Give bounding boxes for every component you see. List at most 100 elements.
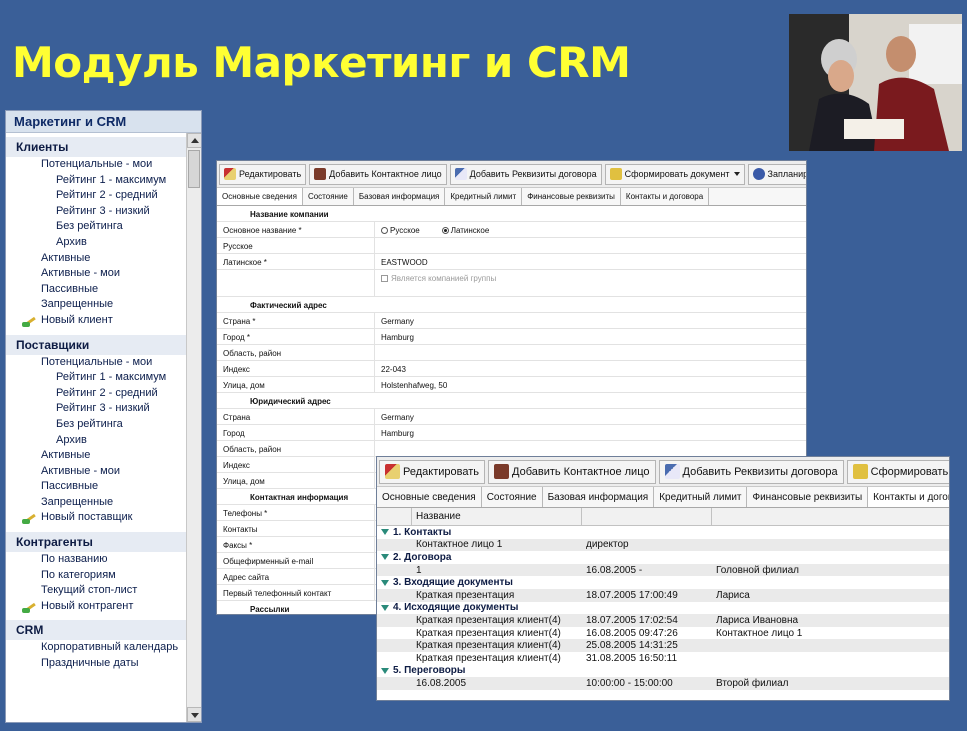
- field-value[interactable]: 22-043: [375, 361, 412, 376]
- tab-status[interactable]: Состояние: [482, 487, 543, 507]
- nav-item[interactable]: Активные: [6, 251, 187, 267]
- radio-latin[interactable]: [441, 227, 449, 234]
- tab-credit-limit[interactable]: Кредитный лимит: [654, 487, 748, 507]
- table-row[interactable]: Краткая презентация клиент(4) 18.07.2005 …: [377, 614, 949, 627]
- expand-triangle-icon[interactable]: [381, 554, 389, 561]
- nav-scrollbar[interactable]: [186, 133, 201, 722]
- generate-document-button[interactable]: Сформировать документ: [846, 459, 949, 484]
- nav-item[interactable]: Рейтинг 3 - низкий: [6, 204, 187, 220]
- toolbar: Редактировать Добавить Контактное лицо Д…: [377, 457, 949, 487]
- add-contact-button[interactable]: Добавить Контактное лицо: [309, 163, 447, 185]
- nav-item[interactable]: Рейтинг 2 - средний: [6, 188, 187, 204]
- table-row[interactable]: Краткая презентация клиент(4) 31.08.2005 …: [377, 652, 949, 665]
- nav-item[interactable]: Без рейтинга: [6, 219, 187, 235]
- group-row[interactable]: 1. Контакты: [377, 526, 949, 539]
- tab-base-info[interactable]: Базовая информация: [543, 487, 655, 507]
- tab-credit-limit[interactable]: Кредитный лимит: [445, 188, 523, 205]
- edit-button[interactable]: Редактировать: [379, 459, 485, 484]
- tab-status[interactable]: Состояние: [303, 188, 354, 205]
- nav-item[interactable]: Текущий стоп-лист: [6, 583, 187, 599]
- tab-contacts-contracts[interactable]: Контакты и договора: [868, 487, 949, 507]
- scroll-thumb[interactable]: [188, 150, 200, 188]
- group-company-checkbox[interactable]: Является компанией группы: [375, 270, 502, 296]
- nav-section-title[interactable]: CRM: [6, 620, 187, 641]
- nav-item[interactable]: Запрещенные: [6, 495, 187, 511]
- field-value[interactable]: Germany: [375, 409, 420, 424]
- scroll-up-icon[interactable]: [187, 133, 201, 148]
- expand-triangle-icon[interactable]: [381, 579, 389, 586]
- add-contact-button[interactable]: Добавить Контактное лицо: [488, 459, 656, 484]
- tab-main-info[interactable]: Основные сведения: [217, 188, 303, 205]
- nav-item[interactable]: Рейтинг 2 - средний: [6, 386, 187, 402]
- nav-item[interactable]: Архив: [6, 235, 187, 251]
- nav-item[interactable]: Запрещенные: [6, 297, 187, 313]
- add-requisites-button[interactable]: Добавить Реквизиты договора: [658, 459, 844, 484]
- schedule-meeting-button[interactable]: Запланировать переговоры: [747, 163, 806, 185]
- nav-item[interactable]: Архив: [6, 433, 187, 449]
- group-row[interactable]: 5. Переговоры: [377, 664, 949, 678]
- table-row[interactable]: 16.08.2005 10:00:00 - 15:00:00 Второй фили…: [377, 677, 949, 690]
- russian-name-field[interactable]: [375, 238, 387, 253]
- nav-item[interactable]: По названию: [6, 552, 187, 568]
- table-row[interactable]: Краткая презентация клиент(4) 16.08.2005 …: [377, 627, 949, 640]
- table-row[interactable]: 1 16.08.2005 - Головной филиал: [377, 563, 949, 577]
- nav-item[interactable]: Рейтинг 1 - максимум: [6, 173, 187, 189]
- expand-triangle-icon[interactable]: [381, 529, 389, 536]
- nav-item[interactable]: Праздничные даты: [6, 656, 187, 672]
- table-row[interactable]: Краткая презентация клиент(4) 25.08.2005 …: [377, 639, 949, 652]
- field-value[interactable]: Germany: [375, 313, 420, 328]
- nav-item[interactable]: Рейтинг 3 - низкий: [6, 401, 187, 417]
- nav-section-title[interactable]: Поставщики: [6, 334, 187, 355]
- nav-section-title[interactable]: Контрагенты: [6, 532, 187, 553]
- generate-document-button[interactable]: Сформировать документ: [604, 163, 745, 185]
- document-icon: [609, 168, 622, 180]
- radio-russian[interactable]: [381, 227, 388, 234]
- new-client-link[interactable]: Новый клиент: [6, 313, 187, 329]
- nav-item[interactable]: Пассивные: [6, 282, 187, 298]
- pencil-icon: [22, 314, 38, 328]
- button-label: Сформировать документ: [870, 465, 949, 478]
- tab-main-info[interactable]: Основные сведения: [377, 487, 482, 507]
- tab-financial-requisites[interactable]: Финансовые реквизиты: [522, 188, 621, 205]
- field-value[interactable]: Hamburg: [375, 425, 420, 440]
- field-value[interactable]: Holstenhafweg, 50: [375, 377, 453, 392]
- nav-item[interactable]: Активные: [6, 448, 187, 464]
- tab-contacts-contracts[interactable]: Контакты и договора: [621, 188, 710, 205]
- nav-item[interactable]: Пассивные: [6, 479, 187, 495]
- field-label: Адрес сайта: [217, 569, 375, 584]
- expand-triangle-icon[interactable]: [381, 667, 389, 674]
- nav-item[interactable]: Потенциальные - мои: [6, 157, 187, 173]
- field-label: Страна: [217, 409, 375, 424]
- group-title: 3. Входящие документы: [393, 577, 513, 589]
- latin-name-field[interactable]: EASTWOOD: [375, 254, 434, 269]
- new-supplier-link[interactable]: Новый поставщик: [6, 510, 187, 526]
- nav-item[interactable]: По категориям: [6, 568, 187, 584]
- new-counterparty-link[interactable]: Новый контрагент: [6, 599, 187, 615]
- nav-item[interactable]: Активные - мои: [6, 266, 187, 282]
- group-row[interactable]: 2. Договора: [377, 551, 949, 564]
- field-value[interactable]: [375, 345, 387, 360]
- column-header[interactable]: [582, 508, 712, 525]
- table-row[interactable]: Краткая презентация 18.07.2005 17:00:49 Ла…: [377, 588, 949, 602]
- nav-item[interactable]: Потенциальные - мои: [6, 355, 187, 371]
- table-row[interactable]: Контактное лицо 1 директор: [377, 538, 949, 552]
- column-header-name[interactable]: Название: [412, 508, 582, 525]
- field-label: Контакты: [217, 521, 375, 536]
- expand-triangle-icon[interactable]: [381, 604, 389, 611]
- form-row: Область, район: [217, 441, 806, 457]
- field-value[interactable]: Hamburg: [375, 329, 420, 344]
- nav-item[interactable]: Активные - мои: [6, 464, 187, 480]
- add-requisites-button[interactable]: Добавить Реквизиты договора: [449, 163, 602, 185]
- nav-item[interactable]: Корпоративный календарь: [6, 640, 187, 656]
- form-row: Индекс 22-043: [217, 361, 806, 377]
- nav-section-title[interactable]: Клиенты: [6, 137, 187, 157]
- scroll-down-icon[interactable]: [187, 707, 201, 722]
- tab-financial-requisites[interactable]: Финансовые реквизиты: [747, 487, 869, 507]
- group-row[interactable]: 4. Исходящие документы: [377, 601, 949, 615]
- field-value[interactable]: [375, 441, 387, 456]
- edit-button[interactable]: Редактировать: [219, 163, 307, 185]
- nav-item[interactable]: Рейтинг 1 - максимум: [6, 370, 187, 386]
- nav-item[interactable]: Без рейтинга: [6, 417, 187, 433]
- group-row[interactable]: 3. Входящие документы: [377, 576, 949, 589]
- tab-base-info[interactable]: Базовая информация: [354, 188, 446, 205]
